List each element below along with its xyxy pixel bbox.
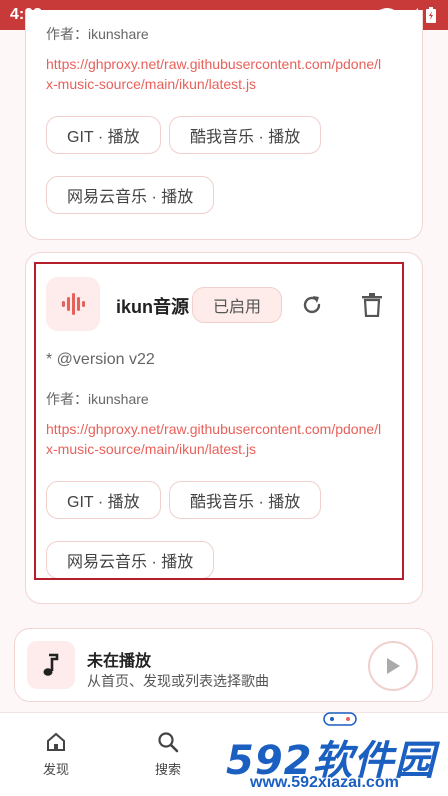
search-icon	[158, 732, 179, 753]
gamepad-icon	[323, 712, 357, 726]
author-text: 作者：ikunshare	[46, 26, 149, 42]
home-icon	[47, 732, 65, 751]
delete-button[interactable]	[354, 287, 390, 323]
refresh-icon	[303, 296, 321, 314]
chip-netease-play[interactable]: 网易云音乐 · 播放	[46, 541, 215, 579]
nav-item-search[interactable]: 搜索	[138, 731, 198, 778]
watermark-logo: 592软件园 www.592xiazai.com	[222, 710, 448, 796]
enabled-toggle-button[interactable]: 已启用	[192, 287, 282, 323]
version-text: * @version v22	[46, 351, 155, 368]
chip-git-play[interactable]: GIT · 播放	[46, 481, 161, 519]
source-url[interactable]: https://ghproxy.net/raw.githubuserconten…	[46, 419, 386, 459]
player-subtitle: 从首页、发现或列表选择歌曲	[87, 673, 269, 689]
play-button[interactable]	[368, 641, 418, 691]
source-icon	[46, 277, 100, 331]
music-note-icon	[43, 653, 59, 676]
source-url[interactable]: https://ghproxy.net/raw.githubuserconten…	[46, 54, 386, 94]
watermark-url: www.592xiazai.com	[250, 774, 399, 791]
nav-item-discover[interactable]: 发现	[26, 731, 86, 778]
author-text: 作者：ikunshare	[46, 391, 149, 407]
mini-player[interactable]: 未在播放 从首页、发现或列表选择歌曲	[14, 628, 433, 702]
nav-label: 搜索	[154, 762, 181, 777]
refresh-button[interactable]	[294, 287, 330, 323]
trash-icon	[362, 293, 382, 317]
audio-wave-icon	[62, 293, 85, 315]
play-icon	[387, 658, 400, 674]
player-title: 未在播放	[87, 653, 152, 670]
chip-kuwo-play[interactable]: 酷我音乐 · 播放	[169, 116, 322, 154]
source-card-ikun: ikun音源 已启用 * @version v22 作者：ikunshare h…	[25, 252, 423, 604]
source-name: ikun音源	[116, 297, 190, 317]
chip-git-play[interactable]: GIT · 播放	[46, 116, 161, 154]
battery-icon	[426, 7, 436, 23]
nav-label: 发现	[42, 762, 69, 777]
player-artwork	[27, 641, 75, 689]
chip-netease-play[interactable]: 网易云音乐 · 播放	[46, 176, 215, 214]
source-card-previous: 作者：ikunshare https://ghproxy.net/raw.git…	[25, 10, 423, 240]
chip-kuwo-play[interactable]: 酷我音乐 · 播放	[169, 481, 322, 519]
